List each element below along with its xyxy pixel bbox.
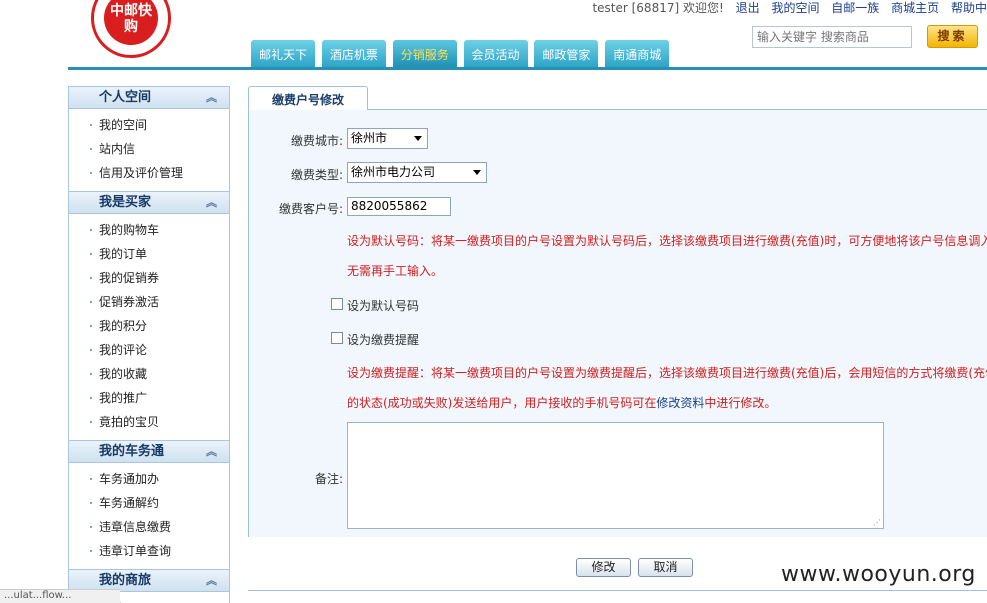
nav-divider (68, 67, 987, 70)
search-button[interactable]: 搜索 (927, 25, 978, 48)
remark-label: 备注: (314, 472, 343, 486)
logout-link[interactable]: 退出 (736, 1, 760, 15)
sidebar-item-orders[interactable]: 我的订单 (69, 242, 229, 266)
help-link[interactable]: 帮助中 (951, 1, 987, 15)
sidebar-item-credit[interactable]: 信用及评价管理 (69, 161, 229, 185)
collapse-icon[interactable]: ︽ (206, 87, 217, 109)
main-panel: 缴费户号修改 缴费城市: 徐州市 缴费类型: 徐州市电力公司 缴费客户号: 88… (248, 86, 987, 596)
my-space-link[interactable]: 我的空间 (771, 1, 819, 15)
submit-button[interactable]: 修改 (576, 558, 631, 577)
section-title: 个人空间 (99, 90, 152, 105)
resize-grip-icon[interactable]: ⋰ (873, 518, 881, 527)
reminder-checkbox-label[interactable]: 设为缴费提醒 (347, 331, 419, 348)
type-select[interactable]: 徐州市电力公司 (347, 162, 487, 183)
collapse-icon[interactable]: ︽ (206, 570, 217, 592)
form-bottom-border (248, 590, 987, 591)
default-checkbox[interactable] (331, 298, 343, 310)
tab-nantong[interactable]: 南通商城 (605, 40, 670, 68)
city-value: 徐州市 (351, 131, 388, 145)
default-note-line2: 无需再手工输入。 (347, 264, 444, 278)
page: 中邮快购 tester [68817] 欢迎您! 退出 我的空间 自邮一族 商城… (0, 0, 987, 603)
sidebar-item-inbox[interactable]: 站内信 (69, 137, 229, 161)
reminder-checkbox[interactable] (331, 332, 343, 344)
sidebar-item-favorites[interactable]: 我的收藏 (69, 362, 229, 386)
sidebar-section-personal[interactable]: 个人空间 ︽ (69, 86, 229, 109)
tab-distribution[interactable]: 分销服务 (392, 40, 457, 68)
search-input[interactable] (752, 26, 912, 48)
reminder-note-pre: 的状态(成功或失败)发送给用户，用户接收的手机号码可在 (347, 396, 657, 410)
account-label: 缴费客户号: (278, 202, 343, 216)
type-label: 缴费类型: (290, 168, 343, 182)
sidebar-item-auctions[interactable]: 竟拍的宝贝 (69, 410, 229, 434)
sidebar-item-vehicle-add[interactable]: 车务通加办 (69, 467, 229, 491)
sidebar-item-points[interactable]: 我的积分 (69, 314, 229, 338)
reminder-note-line2: 的状态(成功或失败)发送给用户，用户接收的手机号码可在修改资料中进行修改。 (347, 386, 776, 420)
reminder-note-line1: 设为缴费提醒：将某一缴费项目的户号设置为缴费提醒后，选择该缴费项目进行缴费(充值… (347, 366, 987, 380)
self-mail-link[interactable]: 自邮一族 (831, 1, 879, 15)
sidebar-item-reviews[interactable]: 我的评论 (69, 338, 229, 362)
sidebar-item-my-space[interactable]: 我的空间 (69, 113, 229, 137)
tab-account-edit[interactable]: 缴费户号修改 (248, 86, 368, 111)
sidebar-item-cart[interactable]: 我的购物车 (69, 218, 229, 242)
cancel-button[interactable]: 取消 (638, 558, 693, 577)
tab-member[interactable]: 会员活动 (463, 40, 528, 68)
type-value: 徐州市电力公司 (351, 165, 436, 179)
site-logo[interactable]: 中邮快购 (91, 0, 171, 58)
default-note-line1: 设为默认号码：将某一缴费项目的户号设置为默认号码后，选择该缴费项目进行缴费(充值… (347, 234, 987, 248)
account-edit-form: 缴费城市: 徐州市 缴费类型: 徐州市电力公司 缴费客户号: 882005586… (248, 110, 987, 537)
sidebar-item-violation-pay[interactable]: 违章信息缴费 (69, 515, 229, 539)
remark-textarea[interactable]: ⋰ (347, 422, 884, 529)
city-select[interactable]: 徐州市 (347, 128, 428, 149)
tab-postal[interactable]: 邮政管家 (534, 40, 599, 68)
default-checkbox-label[interactable]: 设为默认号码 (347, 297, 419, 314)
tab-youli[interactable]: 邮礼天下 (251, 40, 316, 68)
section-title: 我是买家 (99, 195, 152, 210)
main-nav-tabs: 邮礼天下 酒店机票 分销服务 会员活动 邮政管家 南通商城 (251, 40, 672, 68)
tab-hotel[interactable]: 酒店机票 (321, 40, 386, 68)
logo-text: 中邮快购 (104, 0, 158, 45)
sidebar-item-violation-query[interactable]: 违章订单查询 (69, 539, 229, 563)
sidebar-item-coupon-activate[interactable]: 促销券激活 (69, 290, 229, 314)
city-label: 缴费城市: (290, 134, 343, 148)
chevron-down-icon (473, 170, 481, 175)
edit-profile-link[interactable]: 修改资料 (656, 396, 704, 410)
sidebar-section-buyer[interactable]: 我是买家 ︽ (69, 191, 229, 214)
mall-home-link[interactable]: 商城主页 (891, 1, 939, 15)
top-nav: tester [68817] 欢迎您! 退出 我的空间 自邮一族 商城主页 帮助… (592, 0, 987, 16)
browser-status-bar: ...ulat...flow... (0, 589, 120, 603)
sidebar-section-vehicle[interactable]: 我的车务通 ︽ (69, 440, 229, 463)
collapse-icon[interactable]: ︽ (206, 192, 217, 214)
chevron-down-icon (414, 136, 422, 141)
collapse-icon[interactable]: ︽ (206, 441, 217, 463)
sidebar-item-promotion[interactable]: 我的推广 (69, 386, 229, 410)
section-title: 我的车务通 (99, 444, 165, 459)
sidebar: 个人空间 ︽ 我的空间 站内信 信用及评价管理 我是买家 ︽ 我的购物车 我的订… (68, 86, 230, 603)
account-input[interactable]: 8820055862 (347, 197, 451, 216)
section-title: 我的商旅 (99, 573, 152, 588)
sidebar-item-coupons[interactable]: 我的促销券 (69, 266, 229, 290)
sidebar-item-vehicle-cancel[interactable]: 车务通解约 (69, 491, 229, 515)
watermark: www.wooyun.org (781, 562, 976, 587)
reminder-note-post: 中进行修改。 (704, 396, 777, 410)
user-greeting: tester [68817] 欢迎您! (592, 1, 724, 15)
